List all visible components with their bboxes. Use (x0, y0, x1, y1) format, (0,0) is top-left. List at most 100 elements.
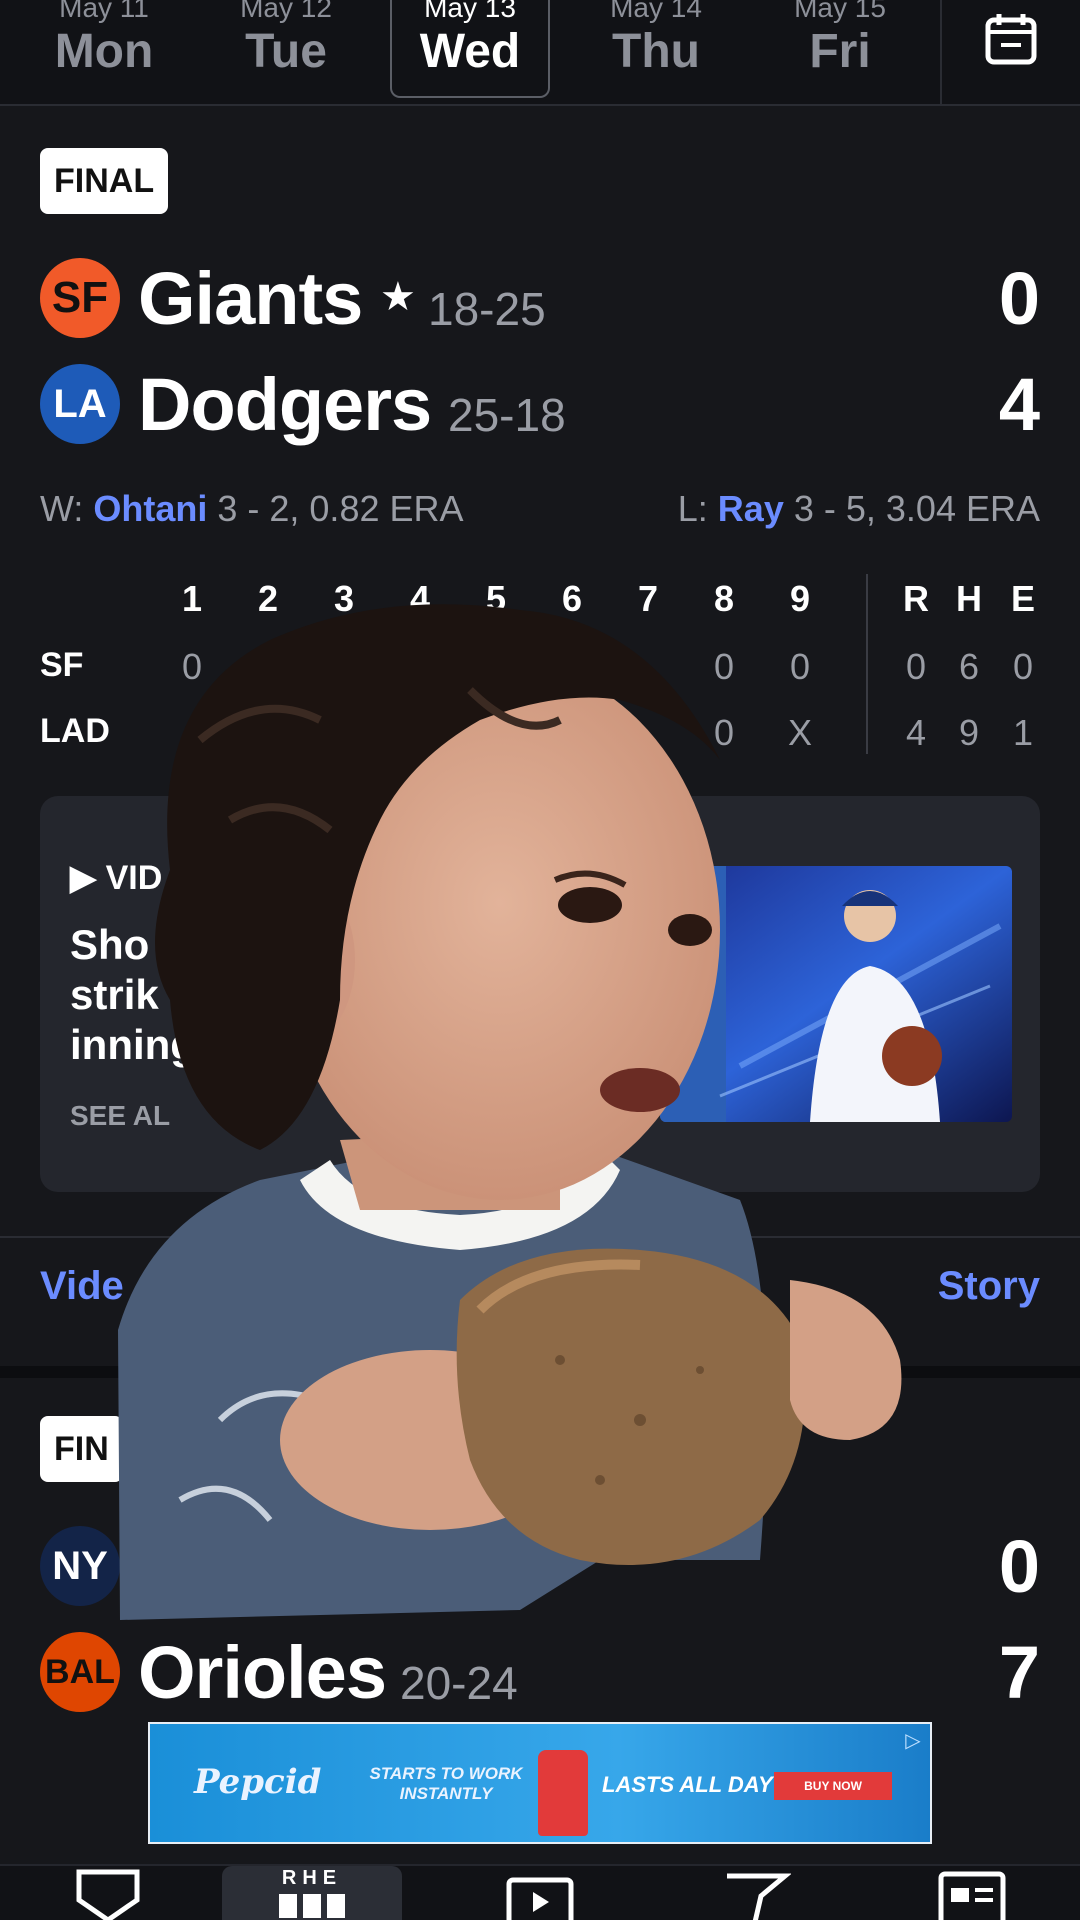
divider (866, 574, 868, 754)
yankees-logo-icon: NY (40, 1526, 120, 1606)
scores-icon: RHE (279, 1866, 345, 1920)
inning-header: 2 (257, 578, 279, 619)
away-team-name: Giants (138, 257, 363, 340)
inning-header: 1 (181, 578, 203, 619)
divider (0, 1236, 1080, 1238)
video-thumbnail[interactable] (660, 866, 1012, 1122)
inning-cell: 0 (789, 646, 811, 687)
home-plate-icon (76, 1869, 140, 1920)
inning-cell: 0 (713, 646, 735, 687)
nav-video[interactable] (450, 1866, 630, 1920)
away-team-score: 0 (998, 1525, 1040, 1608)
play-icon: ▶ (70, 859, 97, 897)
video-play-icon (506, 1877, 574, 1920)
section-gap (0, 1366, 1080, 1378)
weekday-label: Thu (612, 25, 700, 78)
away-team-name: kees (138, 1525, 300, 1608)
winning-pitcher: W: Ohtani 3 - 2, 0.82 ERA (40, 488, 464, 530)
ad-tagline: LASTS ALL DAY (602, 1772, 773, 1797)
bottom-nav: RHE (0, 1864, 1080, 1920)
nav-standings[interactable] (666, 1866, 846, 1920)
video-title-line: inning (70, 1021, 196, 1068)
adchoices-icon[interactable]: ▷ (900, 1728, 926, 1754)
away-team-record: 27-17 (446, 1549, 564, 1601)
weekday-label: Tue (245, 25, 327, 78)
weekday-label: Wed (419, 25, 521, 78)
video-title: Sho strik inning (70, 920, 630, 1070)
status-badge: FINAL (40, 148, 169, 214)
date-bar: May 11 Mon May 12 Tue May 13 Wed May 14 … (0, 0, 1080, 106)
nav-scores[interactable]: RHE (222, 1866, 402, 1920)
away-team-score: 0 (998, 257, 1040, 340)
totals-header: E (1010, 578, 1035, 619)
pitcher-name-link[interactable]: Ohtani (93, 488, 207, 529)
weekday-label: Fri (809, 25, 871, 78)
date-label: May 13 (424, 0, 516, 23)
dodgers-logo-icon: LA (40, 364, 120, 444)
nav-news[interactable] (882, 1866, 1062, 1920)
divider (940, 0, 942, 104)
home-team-name: Dodgers (138, 363, 432, 446)
ad-cta-button[interactable]: BUY NOW (774, 1772, 892, 1800)
video-title-line: Sho (70, 921, 150, 968)
total-cell: 6 (958, 646, 980, 687)
away-team-record: 18-25 (428, 283, 546, 335)
nav-home[interactable] (18, 1866, 198, 1920)
total-cell: 1 (1012, 712, 1034, 753)
giants-logo-icon: SF (40, 258, 120, 338)
inning-header: 9 (789, 578, 811, 619)
news-icon (938, 1871, 1006, 1920)
flag-icon (727, 1873, 791, 1920)
date-tab-fri[interactable]: May 15 Fri (760, 0, 920, 98)
calendar-icon[interactable] (984, 12, 1038, 66)
favorite-star-icon: ★ (380, 275, 416, 319)
date-tab-thu[interactable]: May 14 Thu (576, 0, 736, 98)
ad-headline: STARTS TO WORK INSTANTLY (369, 1764, 523, 1803)
inning-header: 6 (561, 578, 583, 619)
see-all-link[interactable]: SEE AL (70, 1100, 170, 1132)
home-team-record: 20-24 (400, 1657, 518, 1709)
date-tab-tue[interactable]: May 12 Tue (206, 0, 366, 98)
totals-header: H (956, 578, 982, 619)
video-label-text: VID (105, 859, 163, 897)
home-team-score: 7 (998, 1631, 1040, 1714)
story-link[interactable]: Story (938, 1264, 1040, 1309)
home-team-score: 4 (998, 363, 1040, 446)
date-tab-mon[interactable]: May 11 Mon (24, 0, 184, 98)
total-cell: 0 (1012, 646, 1034, 687)
video-link[interactable]: Vide (40, 1264, 124, 1309)
losing-pitcher: L: Ray 3 - 5, 3.04 ERA (678, 488, 1040, 530)
pitcher-prefix: W: (40, 488, 84, 529)
inning-header: 8 (713, 578, 735, 619)
date-label: May 12 (240, 0, 332, 23)
linescore-team: LAD (40, 712, 110, 750)
pitcher-prefix: L: (677, 488, 708, 529)
inning-cell: 0 (713, 712, 735, 753)
status-badge: FIN (40, 1416, 123, 1482)
date-label: May 11 (59, 0, 149, 23)
pitcher-stats: 3 - 2, 0.82 ERA (217, 488, 464, 529)
inning-header: 4 (409, 578, 431, 619)
date-label: May 15 (794, 0, 886, 23)
pitcher-name-link[interactable]: Ray (718, 488, 784, 529)
date-label: May 14 (610, 0, 702, 23)
date-tab-wed[interactable]: May 13 Wed (390, 0, 550, 98)
product-image (538, 1750, 588, 1836)
inning-cell: 0 (181, 646, 203, 687)
linescore-team: SF (40, 646, 84, 684)
home-team-name: Orioles (138, 1631, 387, 1714)
totals-header: R (903, 578, 929, 619)
video-label: ▶ VID (70, 858, 162, 898)
ad-banner[interactable]: Pepcid STARTS TO WORK INSTANTLY LASTS AL… (148, 1722, 932, 1844)
video-title-line: strik (70, 971, 159, 1018)
orioles-logo-icon: BAL (40, 1632, 120, 1712)
inning-header: 3 (333, 578, 355, 619)
ad-brand: Pepcid (194, 1762, 322, 1802)
total-cell: 9 (958, 712, 980, 753)
home-team-record: 25-18 (448, 389, 566, 441)
nav-scores-label: RHE (281, 1867, 343, 1889)
inning-header: 5 (485, 578, 507, 619)
inning-cell: X (787, 712, 812, 753)
inning-header: 7 (637, 578, 659, 619)
pitcher-stats: 3 - 5, 3.04 ERA (793, 488, 1040, 529)
